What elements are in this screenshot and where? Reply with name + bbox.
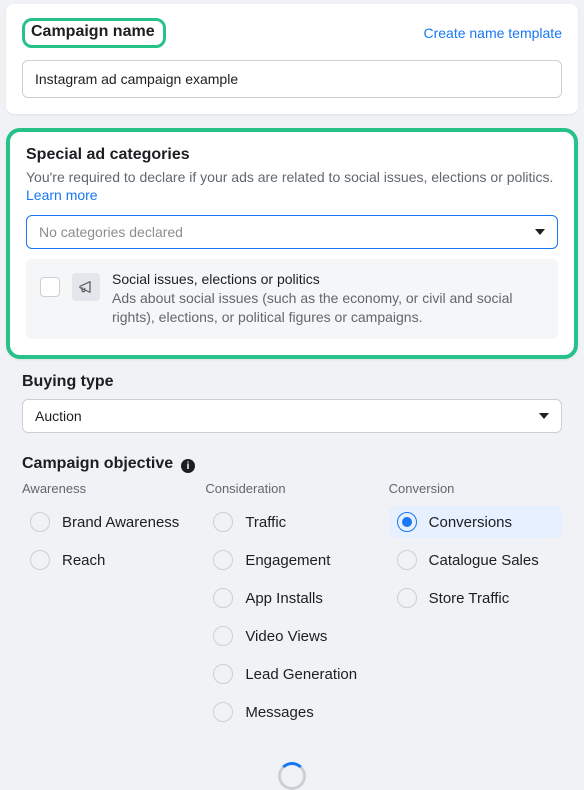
objective-column-head: Awareness [22,481,195,496]
objective-radio-label: Catalogue Sales [429,552,539,569]
objective-radio-label: Lead Generation [245,666,357,683]
objective-radio-video-views[interactable]: Video Views [205,620,378,652]
special-categories-select[interactable]: No categories declared [26,215,558,249]
objective-radio-lead-generation[interactable]: Lead Generation [205,658,378,690]
option-desc: Ads about social issues (such as the eco… [112,289,544,327]
radio-icon [30,512,50,532]
objective-column: Awareness Brand Awareness Reach [22,481,195,734]
special-categories-option[interactable]: Social issues, elections or politics Ads… [26,259,558,339]
objective-radio-label: Engagement [245,552,330,569]
radio-icon [213,702,233,722]
objective-radio-label: Store Traffic [429,590,510,607]
objective-radio-messages[interactable]: Messages [205,696,378,728]
buying-type-select[interactable]: Auction [22,399,562,433]
megaphone-icon [72,273,100,301]
objective-column: Conversion Conversions Catalogue Sales Stor… [389,481,562,734]
objective-radio-label: App Installs [245,590,323,607]
radio-icon [213,550,233,570]
campaign-objective-title: Campaign objective [22,455,173,472]
special-categories-subtext: You're required to declare if your ads a… [26,168,558,187]
radio-icon [213,588,233,608]
campaign-name-title: Campaign name [22,18,166,48]
option-text: Social issues, elections or politics Ads… [112,271,544,327]
campaign-objective-header: Campaign objective i [22,455,562,474]
radio-icon [30,550,50,570]
campaign-name-card: Campaign name Create name template [6,4,578,114]
campaign-name-header: Campaign name Create name template [22,18,562,48]
objective-radio-brand-awareness[interactable]: Brand Awareness [22,506,195,538]
radio-icon [397,588,417,608]
option-title: Social issues, elections or politics [112,271,544,287]
special-categories-select-value: No categories declared [39,224,183,240]
special-categories-title: Special ad categories [26,146,558,164]
radio-icon [397,512,417,532]
campaign-objective-section: Campaign objective i Awareness Brand Awar… [6,455,578,735]
create-name-template-link[interactable]: Create name template [423,25,562,41]
option-checkbox[interactable] [40,277,60,297]
objective-radio-app-installs[interactable]: App Installs [205,582,378,614]
radio-icon [213,512,233,532]
objective-radio-label: Reach [62,552,105,569]
radio-icon [397,550,417,570]
objective-radio-traffic[interactable]: Traffic [205,506,378,538]
objective-columns: Awareness Brand Awareness Reach Considerati… [22,481,562,734]
objective-radio-store-traffic[interactable]: Store Traffic [389,582,562,614]
objective-column-head: Consideration [205,481,378,496]
special-categories-card: Special ad categories You're required to… [6,128,578,359]
buying-type-section: Buying type Auction [6,373,578,433]
objective-radio-label: Conversions [429,514,512,531]
objective-column: Consideration Traffic Engagement App Instal… [205,481,378,734]
chevron-down-icon [539,413,549,419]
campaign-name-input[interactable] [22,60,562,98]
buying-type-value: Auction [35,408,82,424]
objective-radio-label: Messages [245,704,313,721]
loading-spinner-icon [278,762,306,790]
objective-radio-conversions[interactable]: Conversions [389,506,562,538]
buying-type-title: Buying type [22,373,562,391]
objective-radio-catalogue-sales[interactable]: Catalogue Sales [389,544,562,576]
objective-radio-label: Video Views [245,628,327,645]
info-icon[interactable]: i [181,459,195,473]
radio-icon [213,664,233,684]
radio-icon [213,626,233,646]
objective-radio-engagement[interactable]: Engagement [205,544,378,576]
objective-column-head: Conversion [389,481,562,496]
chevron-down-icon [535,229,545,235]
objective-radio-label: Brand Awareness [62,514,179,531]
objective-radio-reach[interactable]: Reach [22,544,195,576]
special-categories-learn-more[interactable]: Learn more [26,187,98,203]
objective-radio-label: Traffic [245,514,286,531]
